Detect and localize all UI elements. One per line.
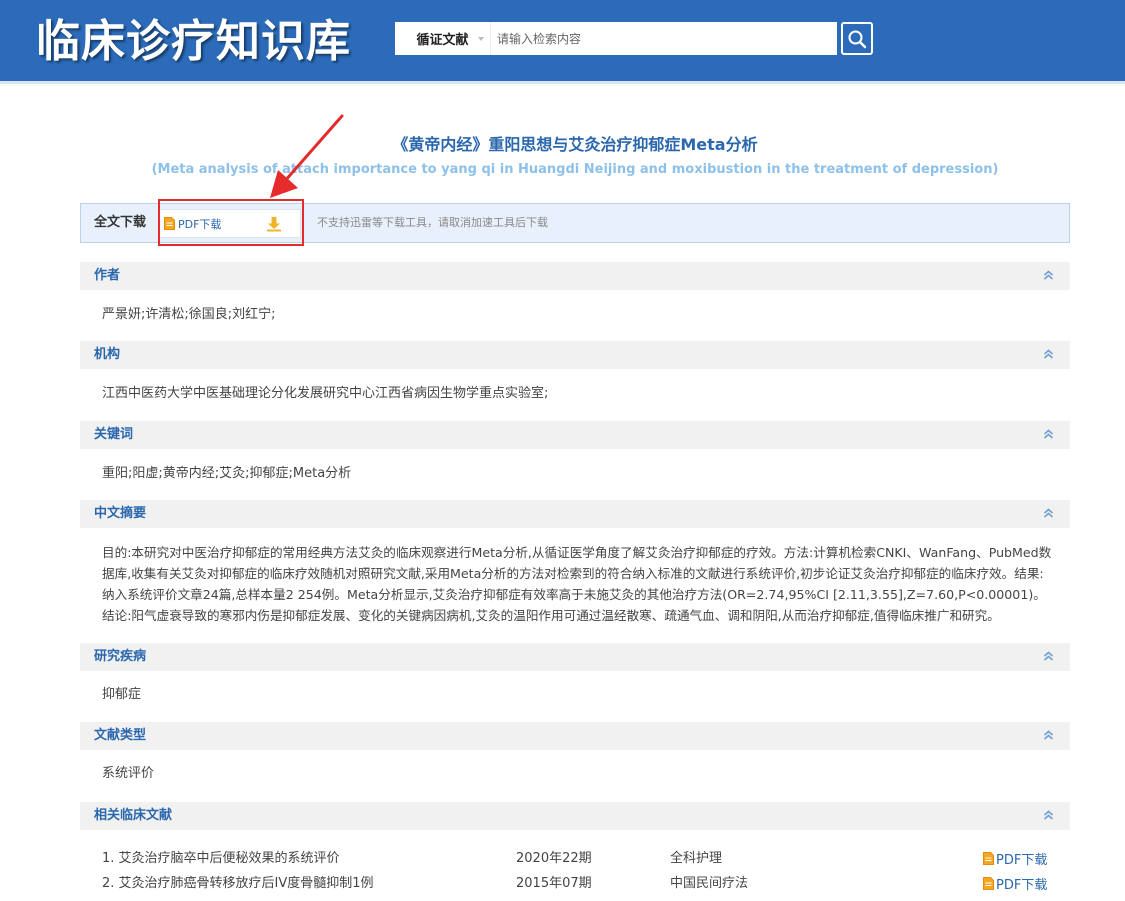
collapse-up-icon[interactable] [1043, 651, 1054, 662]
pdf-download-label: PDF下载 [996, 878, 1048, 893]
section-header-keywords[interactable]: 关键词 [80, 421, 1070, 449]
disease-text: 抑郁症 [102, 687, 142, 702]
section-header-related[interactable]: 相关临床文献 [80, 802, 1070, 830]
section-title: 文献类型 [94, 728, 147, 743]
site-header: 临床诊疗知识库 循证文献 [0, 0, 1125, 84]
pdf-download-label: PDF下载 [996, 853, 1048, 868]
section-header-author[interactable]: 作者 [80, 262, 1070, 290]
related-journal: 中国民间疗法 [670, 876, 749, 891]
pdf-icon [983, 877, 994, 890]
collapse-up-icon[interactable] [1043, 810, 1054, 821]
related-title-link[interactable]: 1. 艾灸治疗脑卒中后便秘效果的系统评价 [102, 847, 340, 866]
search-icon [848, 30, 867, 48]
section-title: 关键词 [94, 427, 134, 442]
download-note: 不支持迅雷等下载工具，请取消加速工具后下载 [317, 216, 548, 229]
search-bar: 循证文献 [395, 22, 873, 55]
chevron-down-icon [478, 37, 484, 41]
annotation-arrow-icon [270, 114, 344, 198]
related-issue: 2020年22期 [516, 851, 592, 866]
annotation-highlight-box [158, 199, 304, 246]
section-header-institution[interactable]: 机构 [80, 341, 1070, 369]
related-pdf-download[interactable]: PDF下载 [983, 849, 1047, 868]
collapse-up-icon[interactable] [1043, 730, 1054, 741]
section-title: 相关临床文献 [94, 808, 173, 823]
article-title: 《黄帝内经》重阳思想与艾灸治疗抑郁症Meta分析 [392, 135, 758, 154]
related-row: 1. 艾灸治疗脑卒中后便秘效果的系统评价 2020年22期 全科护理 PDF下载 [102, 847, 1052, 868]
author-list: 严景妍;许清松;徐国良;刘红宁; [102, 307, 276, 322]
related-issue: 2015年07期 [516, 876, 592, 891]
search-input[interactable] [491, 22, 837, 55]
site-logo[interactable]: 临床诊疗知识库 [36, 16, 351, 68]
search-type-label: 循证文献 [416, 33, 469, 48]
institution-text: 江西中医药大学中医基础理论分化发展研究中心江西省病因生物学重点实验室; [102, 386, 549, 401]
pdf-icon [983, 852, 994, 865]
doc-type-text: 系统评价 [102, 766, 155, 781]
download-label: 全文下载 [94, 215, 147, 230]
article-title-en: (Meta analysis of attach importance to y… [151, 162, 999, 177]
keywords-text: 重阳;阳虚;黄帝内经;艾灸;抑郁症;Meta分析 [102, 466, 352, 481]
section-header-abstract[interactable]: 中文摘要 [80, 500, 1070, 528]
section-title: 中文摘要 [94, 506, 147, 521]
related-pdf-download[interactable]: PDF下载 [983, 874, 1047, 893]
collapse-up-icon[interactable] [1043, 508, 1054, 519]
abstract-text: 目的:本研究对中医治疗抑郁症的常用经典方法艾灸的临床观察进行Meta分析,从循证… [102, 545, 1052, 623]
related-row: 2. 艾灸治疗肺癌骨转移放疗后IV度骨髓抑制1例 2015年07期 中国民间疗法… [102, 872, 1052, 893]
section-title: 作者 [94, 268, 121, 283]
search-type-select[interactable]: 循证文献 [395, 22, 491, 55]
section-header-doc-type[interactable]: 文献类型 [80, 722, 1070, 750]
related-title-link[interactable]: 2. 艾灸治疗肺癌骨转移放疗后IV度骨髓抑制1例 [102, 872, 374, 891]
section-title: 研究疾病 [94, 649, 147, 664]
section-title: 机构 [94, 347, 121, 362]
collapse-up-icon[interactable] [1043, 429, 1054, 440]
related-journal: 全科护理 [670, 851, 723, 866]
collapse-up-icon[interactable] [1043, 270, 1054, 281]
collapse-up-icon[interactable] [1043, 349, 1054, 360]
search-button[interactable] [841, 22, 873, 55]
section-header-disease[interactable]: 研究疾病 [80, 643, 1070, 671]
